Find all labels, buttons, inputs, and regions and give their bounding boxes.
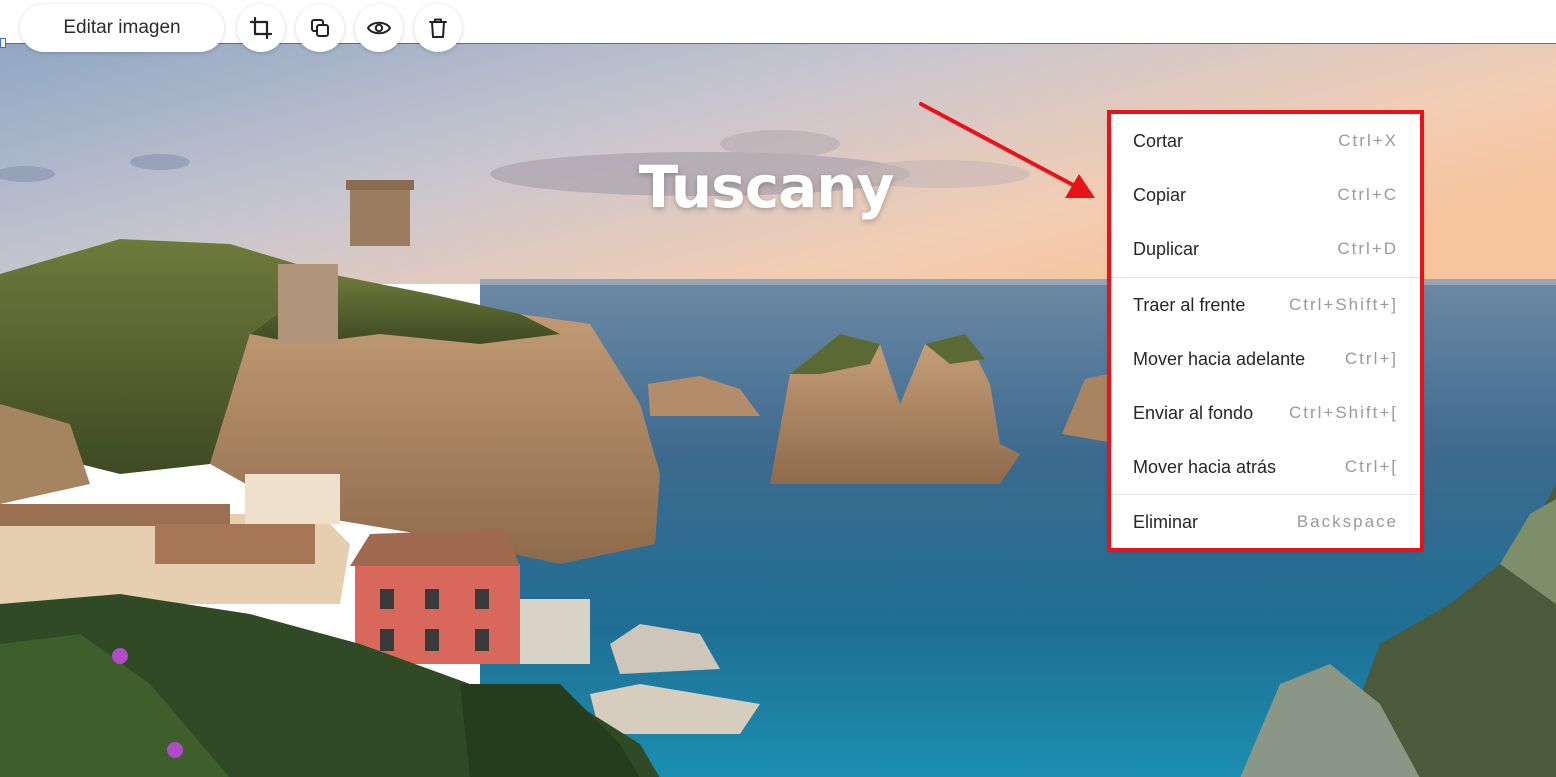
menu-item-shortcut: Ctrl+D (1337, 239, 1398, 258)
duplicate-icon (311, 19, 329, 37)
menu-item-label: Duplicar (1133, 238, 1200, 259)
menu-item-send-to-back[interactable]: Enviar al fondo Ctrl+Shift+[ (1111, 386, 1420, 440)
editor-canvas: Tuscany Editar imagen Cortar Ctrl+X Copi… (0, 0, 1556, 777)
preview-button[interactable] (355, 4, 403, 52)
menu-item-label: Cortar (1133, 130, 1184, 151)
menu-item-duplicate[interactable]: Duplicar Ctrl+D (1111, 222, 1420, 276)
menu-item-label: Copiar (1133, 184, 1187, 205)
eye-icon (366, 21, 392, 35)
annotation-arrow (919, 102, 1095, 198)
menu-item-cut[interactable]: Cortar Ctrl+X (1111, 114, 1420, 168)
menu-item-shortcut: Ctrl+Shift+] (1288, 295, 1398, 314)
menu-item-shortcut: Backspace (1296, 512, 1398, 531)
menu-item-label: Mover hacia adelante (1133, 348, 1306, 369)
duplicate-button[interactable] (296, 4, 344, 52)
crop-button[interactable] (237, 4, 285, 52)
menu-item-shortcut: Ctrl+X (1338, 131, 1398, 150)
menu-item-label: Enviar al fondo (1133, 402, 1254, 423)
menu-item-shortcut: Ctrl+Shift+[ (1288, 403, 1398, 422)
menu-item-delete[interactable]: Eliminar Backspace (1111, 495, 1420, 549)
menu-item-bring-to-front[interactable]: Traer al frente Ctrl+Shift+] (1111, 278, 1420, 332)
menu-item-shortcut: Ctrl+[ (1344, 457, 1398, 476)
image-toolbar: Editar imagen (0, 0, 520, 56)
crop-icon (249, 16, 273, 40)
menu-item-label: Traer al frente (1133, 294, 1246, 315)
menu-item-label: Mover hacia atrás (1133, 456, 1277, 477)
trash-icon (429, 18, 447, 38)
menu-item-send-backward[interactable]: Mover hacia atrás Ctrl+[ (1111, 440, 1420, 494)
menu-item-shortcut: Ctrl+C (1337, 185, 1398, 204)
edit-image-button[interactable]: Editar imagen (20, 4, 224, 52)
menu-item-shortcut: Ctrl+] (1344, 349, 1398, 368)
menu-item-copy[interactable]: Copiar Ctrl+C (1111, 168, 1420, 222)
context-menu: Cortar Ctrl+X Copiar Ctrl+C Duplicar Ctr… (1107, 110, 1424, 552)
menu-item-label: Eliminar (1133, 511, 1199, 532)
menu-item-bring-forward[interactable]: Mover hacia adelante Ctrl+] (1111, 332, 1420, 386)
delete-button[interactable] (414, 4, 462, 52)
